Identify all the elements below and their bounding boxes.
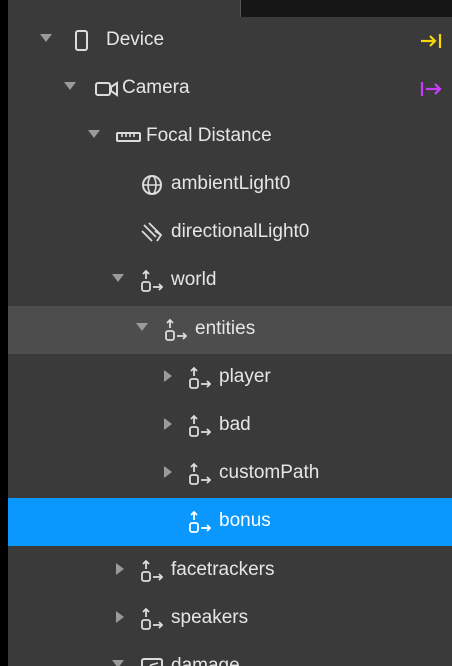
- directional-light-icon: [138, 219, 166, 247]
- tree-row-label: speakers: [171, 607, 249, 628]
- tree-row-label: Camera: [122, 77, 190, 98]
- tree-row-label: customPath: [219, 462, 320, 483]
- tree-row-camera[interactable]: Camera: [8, 65, 452, 113]
- globe-icon: [138, 171, 166, 199]
- expand-arrow-icon[interactable]: [88, 130, 100, 138]
- tree-row-label: bonus: [219, 510, 271, 531]
- null-object-icon: [138, 605, 166, 633]
- tree-row-entities[interactable]: entities: [8, 306, 452, 354]
- expand-arrow-icon[interactable]: [136, 323, 148, 331]
- collapsed-arrow-icon[interactable]: [116, 611, 124, 623]
- null-object-icon: [138, 267, 166, 295]
- collapsed-arrow-icon[interactable]: [164, 466, 172, 478]
- tree-row-label: facetrackers: [171, 559, 275, 580]
- tree-row-custom-path[interactable]: customPath: [8, 450, 452, 498]
- null-object-icon: [138, 557, 166, 585]
- canvas-icon: [138, 653, 166, 666]
- null-object-icon: [186, 364, 214, 392]
- tree-row-label: entities: [195, 318, 256, 339]
- tree-row-label: bad: [219, 414, 251, 435]
- tree-row-label: damage: [171, 655, 240, 666]
- camera-icon: [92, 75, 120, 103]
- tree-row-facetrackers[interactable]: facetrackers: [8, 547, 452, 595]
- tree-row-label: world: [171, 269, 217, 290]
- tree-row-label: player: [219, 366, 271, 387]
- expand-arrow-icon[interactable]: [64, 82, 76, 90]
- tree-row-label: Device: [106, 29, 165, 50]
- expand-arrow-icon[interactable]: [112, 274, 124, 282]
- arrow-right-bar-icon[interactable]: [418, 77, 444, 101]
- collapsed-arrow-icon[interactable]: [164, 418, 172, 430]
- device-icon: [68, 27, 96, 55]
- tree-row-device[interactable]: Device: [8, 17, 452, 65]
- tree-row-world[interactable]: world: [8, 257, 452, 305]
- tree-row-bad[interactable]: bad: [8, 402, 452, 450]
- tree-row-directional-light[interactable]: directionalLight0: [8, 209, 452, 257]
- null-object-icon: [186, 412, 214, 440]
- tree-row-speakers[interactable]: speakers: [8, 595, 452, 643]
- collapsed-arrow-icon[interactable]: [116, 563, 124, 575]
- null-object-icon: [186, 460, 214, 488]
- tree-row-ambient-light[interactable]: ambientLight0: [8, 161, 452, 209]
- tree-row-bonus[interactable]: bonus: [8, 498, 452, 546]
- expand-arrow-icon[interactable]: [112, 660, 124, 666]
- tree-row-label: directionalLight0: [171, 221, 310, 242]
- expand-arrow-icon[interactable]: [40, 34, 52, 42]
- tree-row-label: ambientLight0: [171, 173, 291, 194]
- ruler-icon: [114, 123, 142, 151]
- tree-row-damage[interactable]: damage: [8, 643, 452, 666]
- tree-row-player[interactable]: player: [8, 354, 452, 402]
- null-object-icon: [186, 508, 214, 536]
- null-object-icon: [162, 316, 190, 344]
- dock-right-icon[interactable]: [418, 29, 444, 53]
- scene-tree-panel: Device Camera Focal Distance ambientLigh…: [8, 0, 452, 666]
- panel-top-edge: [240, 0, 452, 17]
- collapsed-arrow-icon[interactable]: [164, 370, 172, 382]
- tree-row-focal-distance[interactable]: Focal Distance: [8, 113, 452, 161]
- tree-row-label: Focal Distance: [146, 125, 272, 146]
